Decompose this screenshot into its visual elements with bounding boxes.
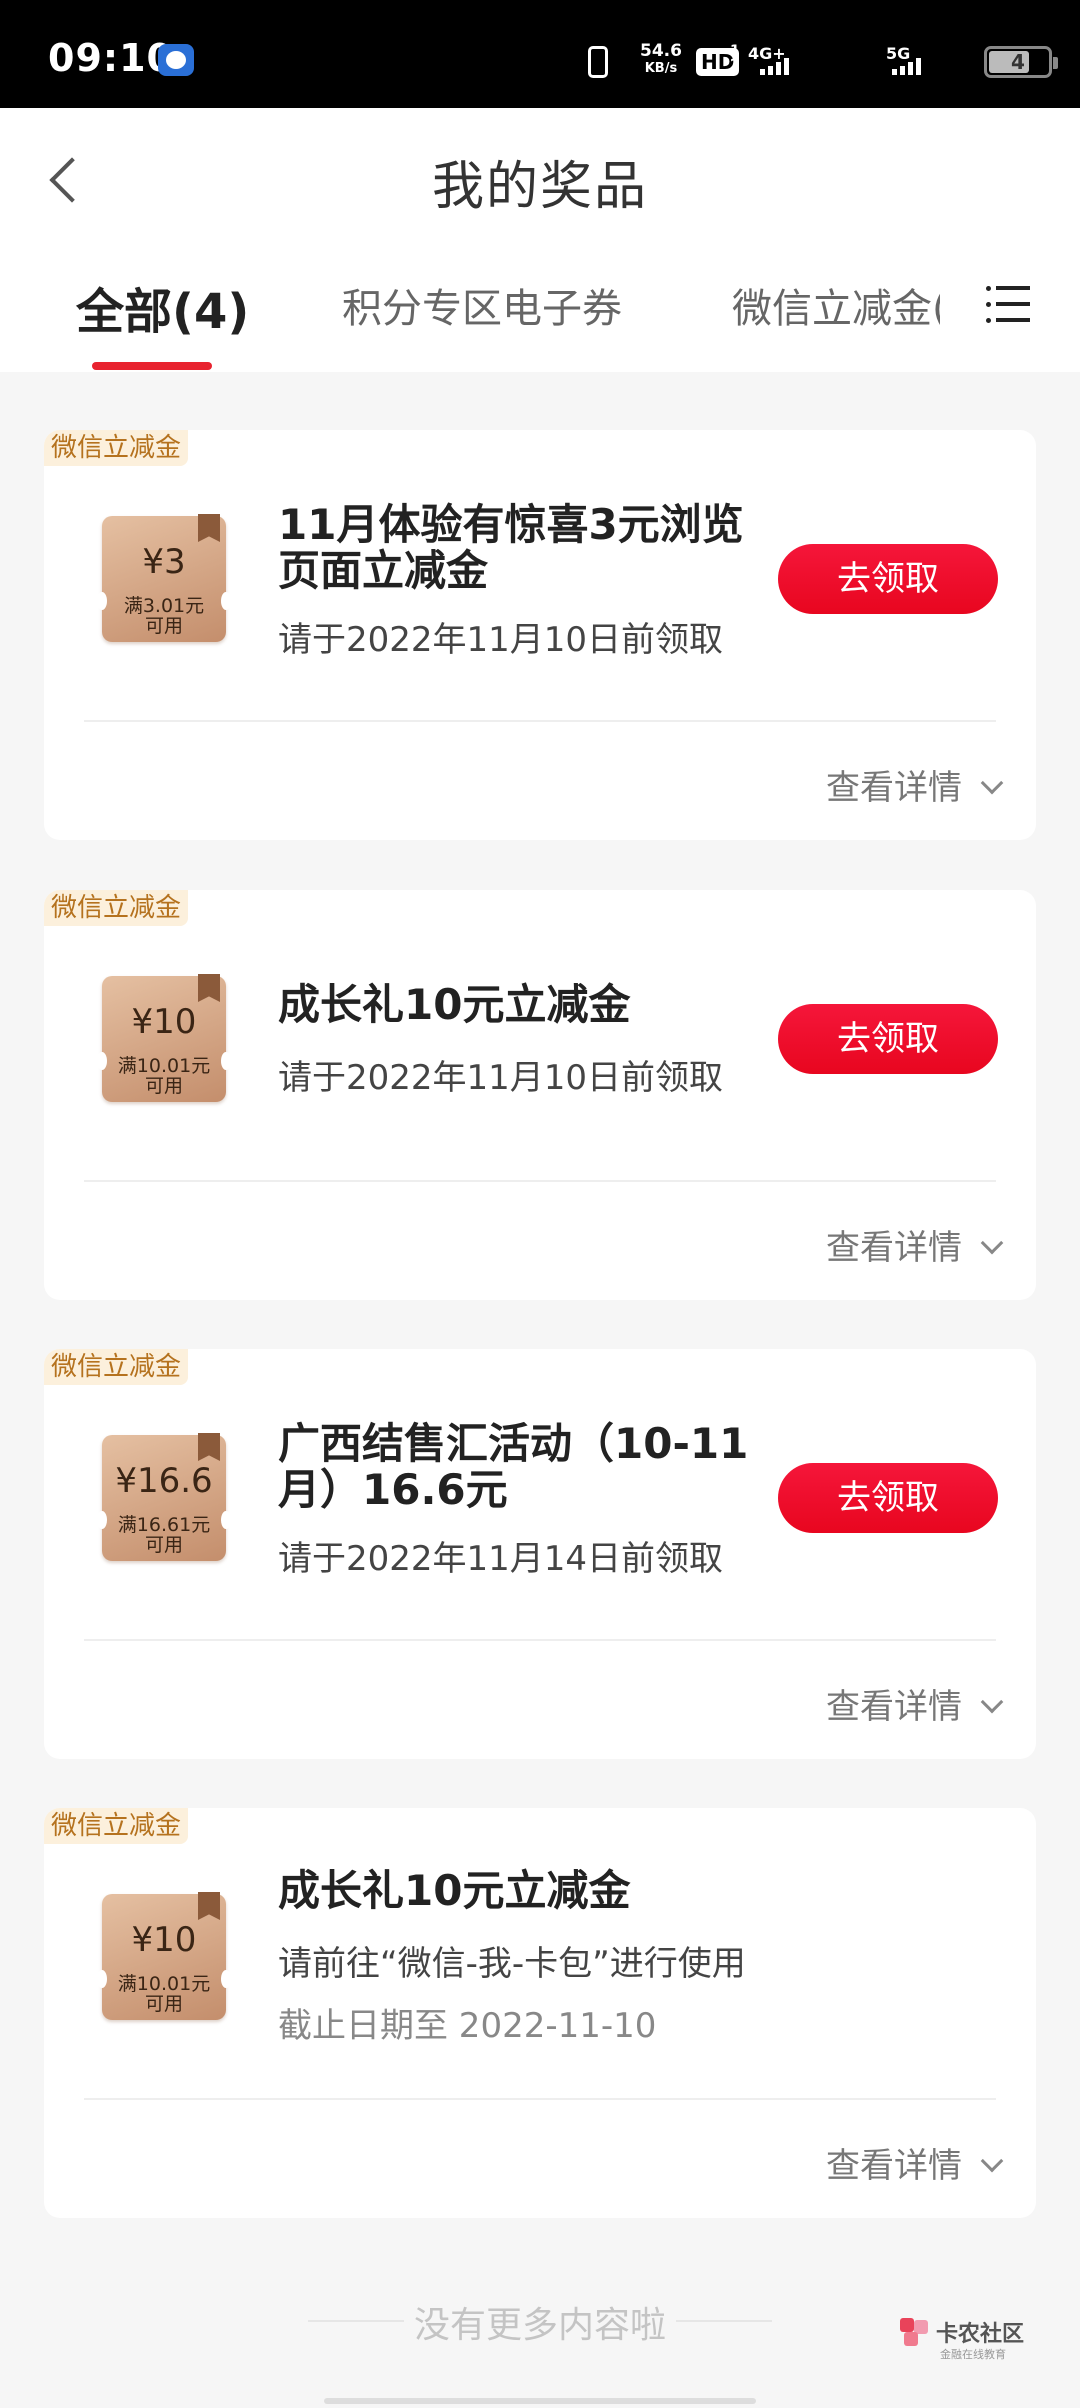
footer-line-right xyxy=(676,2320,772,2322)
card-tag: 微信立减金 xyxy=(44,890,189,926)
coupon-condition-line2: 可用 xyxy=(144,1075,183,1097)
card-deadline: 截止日期至 2022-11-10 xyxy=(278,2006,657,2046)
hd-sub-label: 1 2 xyxy=(730,44,740,72)
tab-bar: 全部(4) 积分专区电子券 微信立减金( xyxy=(0,240,1080,372)
status-bar: 09:10 54.6 KB/s HD 1 2 4G+ 5G 4 xyxy=(0,0,1080,108)
coupon-condition: 满16.61元 可用 xyxy=(102,1515,226,1555)
card-title: 广西结售汇活动（10-11月）16.6元 xyxy=(278,1419,749,1514)
view-details-label: 查看详情 xyxy=(826,2146,962,2186)
view-details-button[interactable]: 查看详情 xyxy=(826,1679,1004,1728)
network-speed-unit: KB/s xyxy=(644,61,678,76)
coupon-condition: 满10.01元 可用 xyxy=(102,1056,226,1096)
coupon-icon: ¥3 满3.01元 可用 xyxy=(97,514,231,642)
divider xyxy=(84,2098,996,2100)
coupon-condition: 满10.01元 可用 xyxy=(102,1974,226,2014)
card-subtitle: 请于2022年11月14日前领取 xyxy=(278,1539,724,1579)
watermark-logo-icon xyxy=(900,2318,930,2348)
coupon-condition-line1: 满10.01元 xyxy=(117,1055,211,1077)
prize-card: 微信立减金 ¥10 满10.01元 可用 成长礼10元立减金 请前往“微信-我-… xyxy=(44,1808,1036,2218)
watermark: 卡农社区 金融在线教育 xyxy=(900,2312,1060,2372)
tab-wechat-discount[interactable]: 微信立减金( xyxy=(732,276,940,330)
hd-sub-bottom: 2 xyxy=(730,57,740,73)
coupon-icon: ¥10 满10.01元 可用 xyxy=(97,1892,231,2020)
app-icon xyxy=(158,44,194,76)
claim-button[interactable]: 去领取 xyxy=(778,544,998,614)
card-subtitle: 请于2022年11月10日前领取 xyxy=(278,620,724,660)
active-tab-indicator xyxy=(92,362,212,370)
coupon-condition-line2: 可用 xyxy=(144,1534,183,1556)
coupon-condition-line2: 可用 xyxy=(144,615,183,637)
view-details-button[interactable]: 查看详情 xyxy=(826,2138,1004,2187)
view-details-button[interactable]: 查看详情 xyxy=(826,1220,1004,1269)
view-details-label: 查看详情 xyxy=(826,1228,962,1268)
card-title: 成长礼10元立减金 xyxy=(278,980,631,1029)
chevron-down-icon xyxy=(980,1690,1004,1714)
page-title: 我的奖品 xyxy=(431,157,648,217)
coupon-amount: ¥10 xyxy=(131,1002,197,1042)
divider xyxy=(84,1639,996,1641)
battery-icon: 4 xyxy=(984,46,1058,78)
card-subtitle: 请前往“微信-我-卡包”进行使用 xyxy=(278,1944,746,1984)
header: 我的奖品 xyxy=(0,108,1080,240)
coupon-ribbon-icon xyxy=(198,514,220,542)
tab-wechat-discount-wrapper: 微信立减金( xyxy=(730,270,940,330)
card-subtitle: 请于2022年11月10日前领取 xyxy=(278,1058,724,1098)
coupon-condition-line1: 满3.01元 xyxy=(123,595,205,617)
claim-button[interactable]: 去领取 xyxy=(778,1004,998,1074)
coupon-amount: ¥16.6 xyxy=(115,1461,213,1501)
status-time: 09:10 xyxy=(48,36,174,80)
chevron-down-icon xyxy=(980,771,1004,795)
tab-all[interactable]: 全部(4) xyxy=(76,272,249,342)
coupon-ribbon-icon xyxy=(198,974,220,1002)
chevron-down-icon xyxy=(980,2149,1004,2173)
coupon-condition-line2: 可用 xyxy=(144,1993,183,2015)
coupon-condition-line1: 满16.61元 xyxy=(117,1514,211,1536)
home-indicator[interactable] xyxy=(324,2398,756,2404)
coupon-amount: ¥10 xyxy=(131,1920,197,1960)
card-title: 成长礼10元立减金 xyxy=(278,1866,631,1915)
divider xyxy=(84,720,996,722)
prize-card: 微信立减金 ¥16.6 满16.61元 可用 广西结售汇活动（10-11月）16… xyxy=(44,1349,1036,1759)
coupon-icon: ¥16.6 满16.61元 可用 xyxy=(97,1433,231,1561)
claim-button[interactable]: 去领取 xyxy=(778,1463,998,1533)
status-indicators: 54.6 KB/s HD 1 2 4G+ 5G 4 xyxy=(580,0,1080,108)
network-speed-value: 54.6 xyxy=(640,41,682,61)
chevron-down-icon xyxy=(980,1231,1004,1255)
card-tag: 微信立减金 xyxy=(44,1808,189,1844)
prize-card: 微信立减金 ¥10 满10.01元 可用 成长礼10元立减金 请于2022年11… xyxy=(44,890,1036,1300)
battery-level: 4 xyxy=(1011,50,1025,74)
card-title: 11月体验有惊喜3元浏览页面立减金 xyxy=(278,500,744,595)
view-details-button[interactable]: 查看详情 xyxy=(826,760,1004,809)
view-details-label: 查看详情 xyxy=(826,768,962,808)
coupon-condition: 满3.01元 可用 xyxy=(102,596,226,636)
view-details-label: 查看详情 xyxy=(826,1687,962,1727)
coupon-ribbon-icon xyxy=(198,1892,220,1920)
card-tag: 微信立减金 xyxy=(44,430,189,466)
coupon-amount: ¥3 xyxy=(142,542,186,582)
hd-sub-top: 1 xyxy=(730,43,740,59)
network-speed: 54.6 KB/s xyxy=(640,42,682,78)
watermark-subtitle: 金融在线教育 xyxy=(940,2348,1006,2361)
card-tag: 微信立减金 xyxy=(44,1349,189,1385)
watermark-title: 卡农社区 xyxy=(936,2322,1025,2347)
divider xyxy=(84,1180,996,1182)
coupon-condition-line1: 满10.01元 xyxy=(117,1973,211,1995)
signal-5g-icon xyxy=(892,56,924,75)
vibrate-icon xyxy=(588,46,608,78)
coupon-icon: ¥10 满10.01元 可用 xyxy=(97,974,231,1102)
menu-list-icon[interactable] xyxy=(986,284,1030,328)
coupon-ribbon-icon xyxy=(198,1433,220,1461)
prize-card: 微信立减金 ¥3 满3.01元 可用 11月体验有惊喜3元浏览页面立减金 请于2… xyxy=(44,430,1036,840)
signal-4g-icon xyxy=(760,56,792,75)
tab-points-coupons[interactable]: 积分专区电子券 xyxy=(342,276,622,334)
